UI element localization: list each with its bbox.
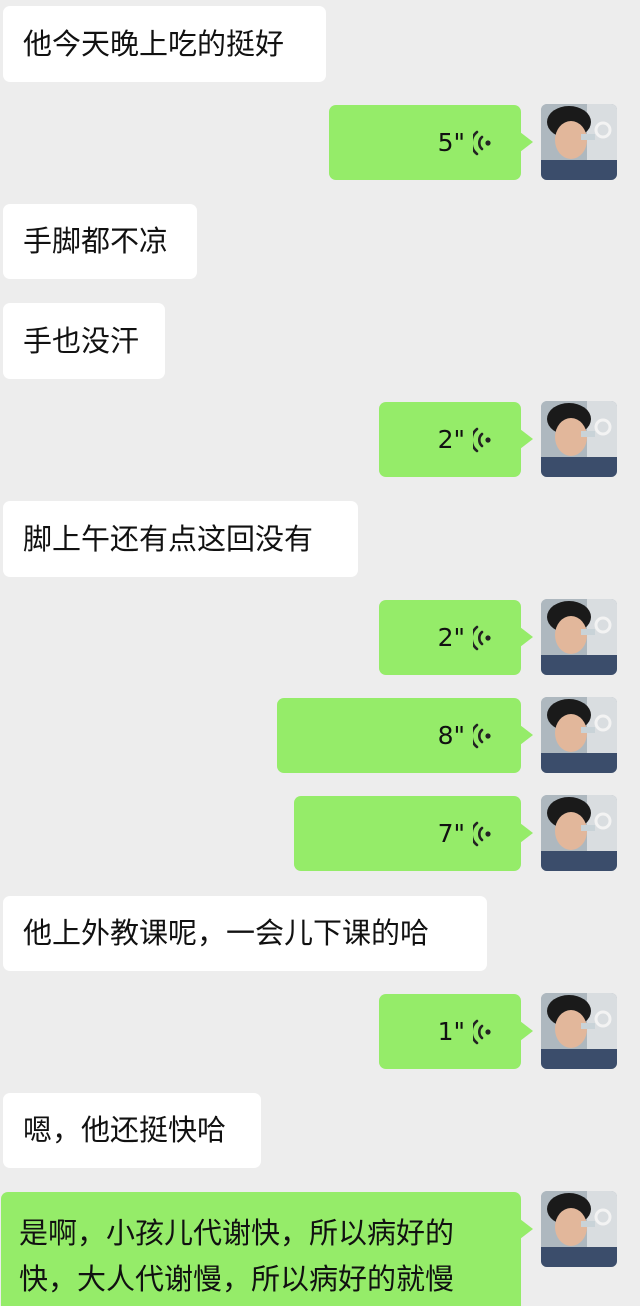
incoming-message-bubble[interactable]: 手也没汗 — [3, 303, 165, 379]
incoming-message-bubble[interactable]: 他今天晚上吃的挺好 — [3, 6, 326, 82]
message-text: 手也没汗 — [23, 323, 140, 358]
message-text: 手脚都不凉 — [23, 224, 169, 258]
outgoing-message-bubble[interactable]: 是啊，小孩儿代谢快，所以病好的快，大人代谢慢，所以病好的就慢 — [1, 1192, 533, 1306]
incoming-message-bubble[interactable]: 嗯，他还挺快哈 — [3, 1093, 261, 1168]
user-avatar[interactable] — [541, 993, 617, 1069]
message-text: 嗯，他还挺快哈 — [23, 1113, 227, 1147]
user-avatar[interactable] — [541, 795, 617, 871]
voice-duration: 7" — [437, 819, 465, 848]
voice-wave-icon — [473, 821, 491, 846]
user-avatar[interactable] — [541, 599, 617, 675]
voice-duration: 8" — [437, 721, 465, 750]
outgoing-voice-message[interactable]: 2" — [379, 600, 533, 675]
incoming-message-bubble[interactable]: 脚上午还有点这回没有 — [3, 501, 358, 577]
incoming-message-bubble[interactable]: 手脚都不凉 — [3, 204, 197, 279]
outgoing-voice-message[interactable]: 2" — [379, 402, 533, 477]
user-avatar[interactable] — [541, 1191, 617, 1267]
outgoing-voice-message[interactable]: 7" — [294, 796, 533, 871]
voice-duration: 2" — [437, 623, 465, 652]
voice-duration: 1" — [437, 1017, 465, 1046]
message-text: 他今天晚上吃的挺好 — [23, 26, 285, 61]
voice-duration: 2" — [437, 425, 465, 454]
voice-duration: 5" — [437, 128, 465, 157]
user-avatar[interactable] — [541, 697, 617, 773]
voice-wave-icon — [473, 625, 491, 650]
outgoing-voice-message[interactable]: 1" — [379, 994, 533, 1069]
message-text: 他上外教课呢，一会儿下课的哈 — [23, 916, 430, 950]
chat-message-list[interactable]: 他今天晚上吃的挺好 5" 手脚都不凉 手也没汗 2" 脚上午还有点这回没有 2"… — [0, 0, 640, 1306]
message-text: 脚上午还有点这回没有 — [23, 521, 314, 556]
user-avatar[interactable] — [541, 104, 617, 180]
voice-wave-icon — [473, 427, 491, 452]
outgoing-voice-message[interactable]: 5" — [329, 105, 533, 180]
voice-wave-icon — [473, 1019, 491, 1044]
voice-wave-icon — [473, 130, 491, 155]
user-avatar[interactable] — [541, 401, 617, 477]
incoming-message-bubble[interactable]: 他上外教课呢，一会儿下课的哈 — [3, 896, 487, 971]
outgoing-voice-message[interactable]: 8" — [277, 698, 533, 773]
message-text: 是啊，小孩儿代谢快，所以病好的快，大人代谢慢，所以病好的就慢 — [19, 1216, 455, 1296]
voice-wave-icon — [473, 723, 491, 748]
